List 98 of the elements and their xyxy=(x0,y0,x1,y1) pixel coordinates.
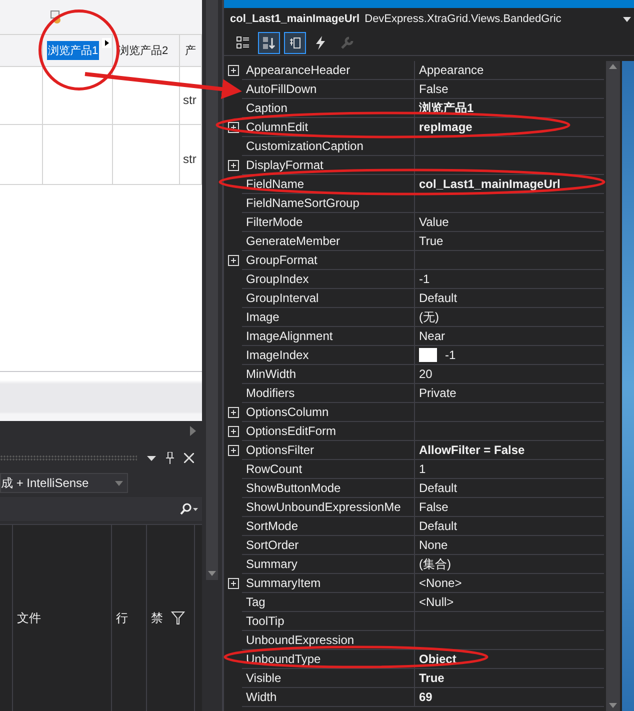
expand-icon[interactable] xyxy=(228,426,238,437)
smart-tag-icon[interactable] xyxy=(102,38,111,48)
property-name[interactable]: FieldName xyxy=(242,175,415,194)
categorized-icon xyxy=(236,36,250,50)
property-value[interactable]: (无) xyxy=(419,308,439,326)
table-cell: str xyxy=(183,152,196,166)
toolbar-button[interactable] xyxy=(284,32,306,54)
property-value[interactable]: Default xyxy=(419,519,458,533)
property-name[interactable]: GroupIndex xyxy=(242,270,415,289)
table-cell: str xyxy=(183,92,196,106)
property-name[interactable]: Visible xyxy=(242,669,415,688)
expand-icon[interactable] xyxy=(228,160,238,171)
close-icon[interactable] xyxy=(184,453,194,463)
property-value[interactable]: True xyxy=(419,671,444,685)
expand-icon[interactable] xyxy=(228,445,238,456)
scrollbar[interactable] xyxy=(206,0,218,580)
column-header[interactable]: 浏览产品1 xyxy=(47,41,100,60)
expand-icon[interactable] xyxy=(228,407,238,418)
property-name[interactable]: ImageAlignment xyxy=(242,327,415,346)
property-name[interactable]: SummaryItem xyxy=(242,574,415,593)
property-value[interactable]: 1 xyxy=(419,462,426,476)
property-name[interactable]: AutoFillDown xyxy=(242,80,415,99)
property-name[interactable]: CustomizationCaption xyxy=(242,137,415,156)
scroll-down-icon[interactable] xyxy=(208,571,216,576)
property-name[interactable]: Modifiers xyxy=(242,384,415,403)
property-value[interactable]: False xyxy=(419,82,448,96)
property-name[interactable]: MinWidth xyxy=(242,365,415,384)
property-name[interactable]: Tag xyxy=(242,593,415,612)
scroll-up-icon[interactable] xyxy=(609,64,617,69)
expand-icon[interactable] xyxy=(228,122,238,133)
property-name[interactable]: SortMode xyxy=(242,517,415,536)
property-value[interactable]: False xyxy=(419,500,448,514)
sort-icon xyxy=(262,36,276,50)
property-value[interactable]: True xyxy=(419,234,444,248)
property-value[interactable]: 69 xyxy=(419,690,432,704)
property-name[interactable]: ColumnEdit xyxy=(242,118,415,137)
column-header[interactable]: 禁 xyxy=(151,610,163,626)
filter-icon[interactable] xyxy=(171,611,185,625)
property-name[interactable]: OptionsColumn xyxy=(242,403,415,422)
property-name[interactable]: UnboundExpression xyxy=(242,631,415,650)
caret-icon[interactable] xyxy=(623,16,631,22)
property-value[interactable]: repImage xyxy=(419,120,472,134)
property-name[interactable]: FilterMode xyxy=(242,213,415,232)
property-value[interactable]: Object xyxy=(419,652,456,666)
wrench-icon xyxy=(340,36,354,50)
property-name[interactable]: Caption xyxy=(242,99,415,118)
property-name[interactable]: FieldNameSortGroup xyxy=(242,194,415,213)
dropdown-icon[interactable] xyxy=(147,456,156,460)
property-name[interactable]: GroupInterval xyxy=(242,289,415,308)
column-header[interactable]: 行 xyxy=(116,610,128,626)
property-value[interactable]: AllowFilter = False xyxy=(419,443,525,457)
property-value[interactable]: <Null> xyxy=(419,595,454,609)
property-name[interactable]: RowCount xyxy=(242,460,415,479)
property-value[interactable]: col_Last1_mainImageUrl xyxy=(419,177,560,191)
image-swatch xyxy=(419,348,437,362)
property-value[interactable]: Default xyxy=(419,291,458,305)
expand-icon[interactable] xyxy=(228,255,238,266)
property-value[interactable]: -1 xyxy=(445,348,456,362)
property-name[interactable]: GroupFormat xyxy=(242,251,415,270)
property-name[interactable]: Image xyxy=(242,308,415,327)
property-name[interactable]: Width xyxy=(242,688,415,707)
property-name[interactable]: ShowUnboundExpressionMe xyxy=(242,498,415,517)
property-name[interactable]: SortOrder xyxy=(242,536,415,555)
property-name[interactable]: UnboundType xyxy=(242,650,415,669)
expand-icon[interactable] xyxy=(228,578,238,589)
property-value[interactable]: <None> xyxy=(419,576,462,590)
property-value[interactable]: Value xyxy=(419,215,449,229)
property-value[interactable]: (集合) xyxy=(419,556,451,572)
property-value[interactable]: Appearance xyxy=(419,63,484,77)
scroll-down-icon[interactable] xyxy=(609,703,617,708)
pin-icon[interactable] xyxy=(166,452,174,464)
property-name[interactable]: OptionsFilter xyxy=(242,441,415,460)
toolbar-button[interactable] xyxy=(258,32,280,54)
object-selector[interactable]: col_Last1_mainImageUrl DevExpress.XtraGrid.Views.BandedGric xyxy=(224,8,634,30)
property-value[interactable]: Near xyxy=(419,329,446,343)
property-name[interactable]: GenerateMember xyxy=(242,232,415,251)
property-value[interactable]: -1 xyxy=(419,272,430,286)
property-name[interactable]: ToolTip xyxy=(242,612,415,631)
property-page-icon xyxy=(288,36,302,50)
column-header[interactable]: 文件 xyxy=(17,610,41,626)
property-name[interactable]: Summary xyxy=(242,555,415,574)
property-name[interactable]: ImageIndex xyxy=(242,346,415,365)
property-name[interactable]: DisplayFormat xyxy=(242,156,415,175)
hand-cursor-icon xyxy=(50,10,62,24)
property-name[interactable]: AppearanceHeader xyxy=(242,61,415,80)
search-icon[interactable] xyxy=(180,503,198,515)
property-value[interactable]: Private xyxy=(419,386,456,400)
scroll-right-icon[interactable] xyxy=(190,426,196,436)
property-name[interactable]: ShowButtonMode xyxy=(242,479,415,498)
expand-icon[interactable] xyxy=(228,65,238,76)
property-value[interactable]: None xyxy=(419,538,448,552)
property-value[interactable]: Default xyxy=(419,481,458,495)
column-header[interactable]: 产 xyxy=(184,41,197,60)
lightning-icon xyxy=(315,36,327,50)
property-value[interactable]: 20 xyxy=(419,367,432,381)
filter-dropdown[interactable]: 成 + IntelliSense xyxy=(0,473,128,493)
scrollbar[interactable] xyxy=(606,61,620,711)
property-name[interactable]: OptionsEditForm xyxy=(242,422,415,441)
